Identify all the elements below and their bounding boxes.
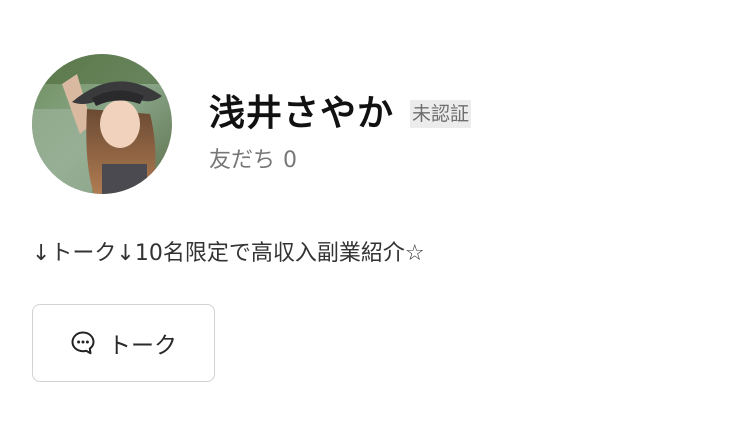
friends-label: 友だち <box>209 148 276 173</box>
friends-count-row: 友だち 0 <box>209 142 297 174</box>
profile-page: 浅井さやか 未認証 友だち 0 ↓トーク↓10名限定で高収入副業紹介☆ トーク <box>0 0 750 427</box>
friends-count: 0 <box>283 148 298 173</box>
talk-button[interactable]: トーク <box>32 304 215 382</box>
chat-bubble-icon <box>70 330 96 356</box>
avatar[interactable] <box>32 54 172 194</box>
profile-photo-image <box>32 54 172 194</box>
verification-badge: 未認証 <box>410 100 472 128</box>
display-name: 浅井さやか <box>209 93 395 134</box>
status-message: ↓トーク↓10名限定で高収入副業紹介☆ <box>32 241 425 266</box>
name-row: 浅井さやか 未認証 <box>209 84 472 136</box>
talk-button-label: トーク <box>108 333 177 359</box>
